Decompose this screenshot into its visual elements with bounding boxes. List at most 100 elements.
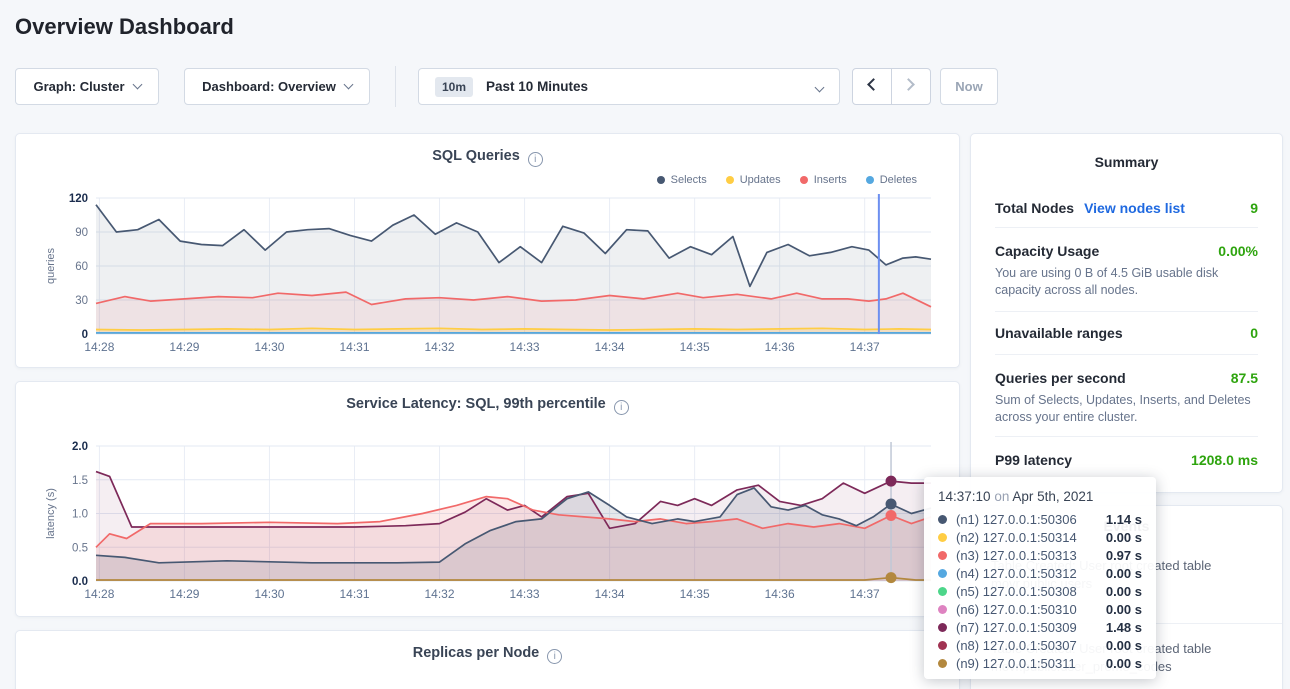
node-color-dot [938, 641, 947, 650]
dashboard-dropdown[interactable]: Dashboard: Overview [184, 68, 370, 105]
svg-text:0.5: 0.5 [72, 542, 88, 554]
node-color-dot [938, 551, 947, 560]
node-color-dot [938, 587, 947, 596]
svg-text:latency (s): latency (s) [45, 488, 57, 539]
page-title: Overview Dashboard [15, 14, 234, 40]
svg-text:2.0: 2.0 [72, 441, 88, 453]
tooltip-node-address: (n8) 127.0.0.1:50307 [956, 638, 1077, 653]
time-window-nav [852, 68, 931, 105]
tooltip-node-value: 0.00 s [1106, 566, 1142, 581]
queries-per-second-value: 87.5 [1231, 370, 1258, 386]
info-icon[interactable] [547, 649, 562, 664]
svg-text:14:37: 14:37 [850, 587, 880, 601]
summary-row-queries-per-second: Queries per second 87.5 Sum of Selects, … [995, 355, 1258, 437]
svg-text:14:32: 14:32 [425, 587, 455, 601]
svg-text:90: 90 [75, 227, 88, 239]
svg-text:14:34: 14:34 [595, 587, 625, 601]
svg-text:14:35: 14:35 [680, 340, 710, 354]
next-time-window-button[interactable] [892, 69, 931, 104]
svg-text:14:30: 14:30 [254, 340, 284, 354]
previous-time-window-button[interactable] [853, 69, 892, 104]
tooltip-node-address: (n4) 127.0.0.1:50312 [956, 566, 1077, 581]
chevron-left-icon [867, 78, 880, 91]
svg-text:14:33: 14:33 [510, 340, 540, 354]
svg-text:14:34: 14:34 [595, 340, 625, 354]
tooltip-node-address: (n1) 127.0.0.1:50306 [956, 512, 1077, 527]
chevron-right-icon [902, 78, 915, 91]
node-color-dot [938, 605, 947, 614]
tooltip-node-row: (n7) 127.0.0.1:50309 1.48 s [938, 618, 1142, 636]
svg-text:1.0: 1.0 [72, 509, 88, 521]
tooltip-node-value: 0.00 s [1106, 530, 1142, 545]
svg-text:30: 30 [75, 295, 88, 307]
tooltip-node-address: (n7) 127.0.0.1:50309 [956, 620, 1077, 635]
queries-per-second-description: Sum of Selects, Updates, Inserts, and De… [995, 392, 1258, 426]
tooltip-node-value: 0.00 s [1106, 656, 1142, 671]
tooltip-node-value: 0.00 s [1106, 602, 1142, 617]
svg-text:14:30: 14:30 [254, 587, 284, 601]
svg-text:1.5: 1.5 [72, 475, 88, 487]
svg-text:14:36: 14:36 [765, 340, 795, 354]
summary-row-total-nodes: Total Nodes View nodes list 9 [995, 170, 1258, 228]
svg-text:60: 60 [75, 261, 88, 273]
tooltip-node-address: (n3) 127.0.0.1:50313 [956, 548, 1077, 563]
tooltip-node-row: (n9) 127.0.0.1:50311 0.00 s [938, 654, 1142, 672]
time-window-dropdown[interactable]: 10m Past 10 Minutes [418, 68, 840, 105]
queries-per-second-label: Queries per second [995, 370, 1126, 386]
graph-dropdown-label: Graph: Cluster [33, 79, 124, 94]
tooltip-node-row: (n3) 127.0.0.1:503130.97 s [938, 546, 1142, 564]
svg-text:0.0: 0.0 [72, 576, 88, 588]
view-nodes-list-link[interactable]: View nodes list [1084, 200, 1185, 216]
capacity-usage-description: You are using 0 B of 4.5 GiB usable disk… [995, 265, 1258, 299]
svg-text:14:31: 14:31 [339, 340, 369, 354]
svg-text:queries: queries [45, 247, 57, 284]
svg-text:14:29: 14:29 [169, 587, 199, 601]
node-color-dot [938, 623, 947, 632]
tooltip-node-value: 1.14 s [1106, 512, 1142, 527]
unavailable-ranges-label: Unavailable ranges [995, 325, 1123, 341]
service-latency-card: Service Latency: SQL, 99th percentile 14… [15, 381, 960, 617]
summary-row-capacity: Capacity Usage 0.00% You are using 0 B o… [995, 228, 1258, 312]
summary-title: Summary [971, 134, 1282, 170]
node-color-dot [938, 569, 947, 578]
tooltip-node-row: (n2) 127.0.0.1:50314 0.00 s [938, 528, 1142, 546]
svg-text:120: 120 [69, 193, 88, 205]
chevron-down-icon [343, 80, 353, 90]
tooltip-timestamp: 14:37:10 on Apr 5th, 2021 [938, 489, 1142, 504]
replicas-per-node-title: Replicas per Node [16, 645, 959, 664]
sql-queries-card: SQL Queries SelectsUpdatesInsertsDeletes… [15, 133, 960, 368]
chevron-down-icon [132, 80, 142, 90]
time-window-label: Past 10 Minutes [486, 79, 588, 94]
summary-panel: Summary Total Nodes View nodes list 9 Ca… [970, 133, 1283, 493]
svg-text:14:29: 14:29 [169, 340, 199, 354]
svg-text:14:32: 14:32 [425, 340, 455, 354]
tooltip-node-value: 0.00 s [1106, 638, 1142, 653]
total-nodes-value: 9 [1250, 200, 1258, 216]
sql-queries-chart[interactable]: 14:28 14:29 14:30 14:31 14:32 14:33 14:34 14:35… [16, 134, 959, 367]
node-color-dot [938, 533, 947, 542]
summary-row-unavailable-ranges: Unavailable ranges 0 [995, 312, 1258, 355]
svg-text:14:31: 14:31 [339, 587, 369, 601]
tooltip-node-row: (n8) 127.0.0.1:50307 0.00 s [938, 636, 1142, 654]
unavailable-ranges-value: 0 [1250, 325, 1258, 341]
svg-text:14:37: 14:37 [850, 340, 880, 354]
time-window-badge: 10m [435, 77, 473, 97]
tooltip-node-address: (n2) 127.0.0.1:50314 [956, 530, 1077, 545]
tooltip-node-address: (n6) 127.0.0.1:50310 [956, 602, 1077, 617]
tooltip-node-row: (n1) 127.0.0.1:50306 1.14 s [938, 510, 1142, 528]
svg-text:14:36: 14:36 [765, 587, 795, 601]
tooltip-node-value: 0.00 s [1106, 584, 1142, 599]
capacity-usage-label: Capacity Usage [995, 243, 1099, 259]
tooltip-node-address: (n5) 127.0.0.1:50308 [956, 584, 1077, 599]
toolbar-divider [395, 66, 396, 107]
chevron-down-icon [815, 83, 825, 93]
total-nodes-label: Total Nodes [995, 200, 1074, 216]
now-button[interactable]: Now [940, 68, 998, 105]
service-latency-chart[interactable]: 14:2814:2914:3014:3114:3214:3314:3414:35… [16, 382, 959, 616]
tooltip-node-value: 1.48 s [1106, 620, 1142, 635]
svg-text:14:28: 14:28 [84, 340, 114, 354]
graph-dropdown[interactable]: Graph: Cluster [15, 68, 159, 105]
tooltip-node-address: (n9) 127.0.0.1:50311 [956, 656, 1076, 671]
node-color-dot [938, 659, 947, 668]
p99-latency-value: 1208.0 ms [1191, 452, 1258, 468]
